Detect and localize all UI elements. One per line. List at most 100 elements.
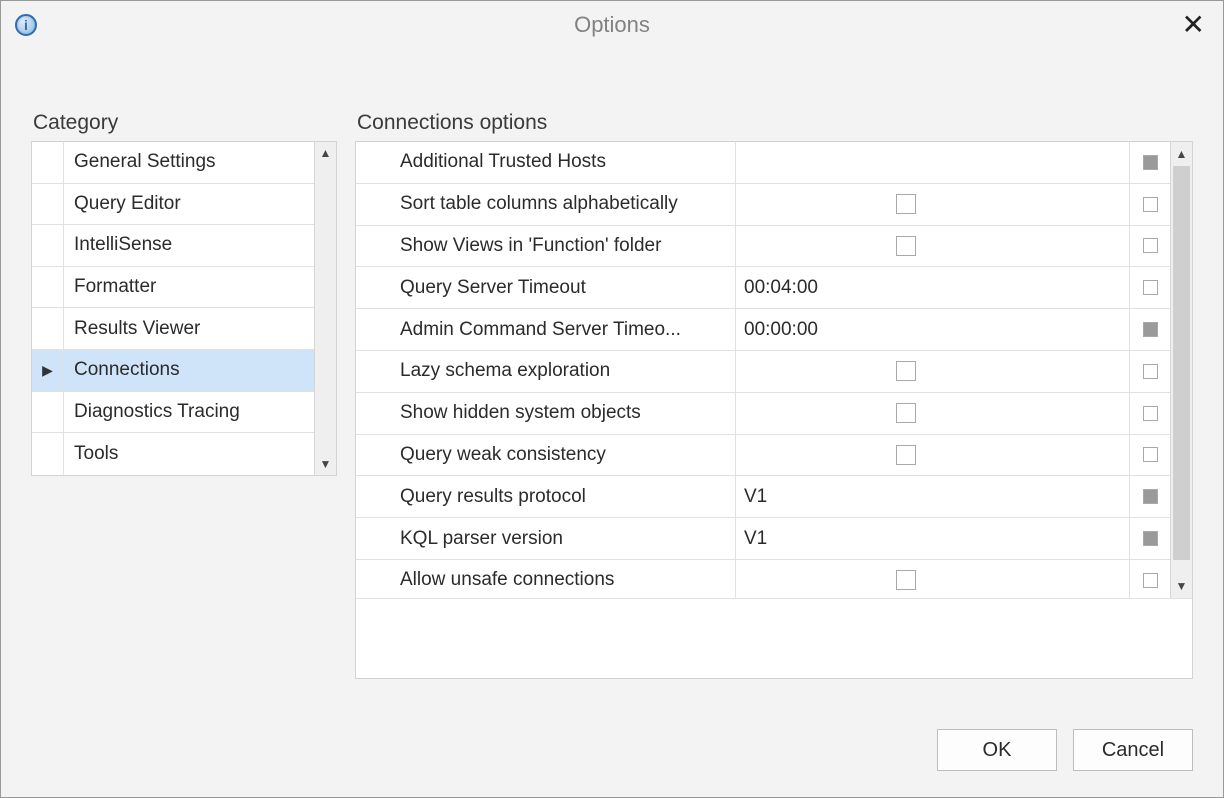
dialog-buttons: OK Cancel <box>937 729 1193 771</box>
option-meta <box>1130 142 1170 183</box>
option-label: Show hidden system objects <box>356 393 736 434</box>
option-label: Query results protocol <box>356 476 736 517</box>
category-item-label: IntelliSense <box>64 225 314 266</box>
options-footer <box>356 598 1192 678</box>
meta-box-icon <box>1143 322 1158 337</box>
option-meta <box>1130 309 1170 350</box>
meta-box-icon <box>1143 531 1158 546</box>
option-row[interactable]: Show Views in 'Function' folder <box>356 226 1170 268</box>
category-item[interactable]: Formatter <box>32 267 314 309</box>
scroll-thumb[interactable] <box>1173 166 1190 560</box>
close-icon[interactable]: ✕ <box>1182 11 1205 39</box>
meta-box-icon <box>1143 280 1158 295</box>
scroll-down-icon[interactable]: ▼ <box>1171 574 1192 598</box>
option-row[interactable]: Query Server Timeout00:04:00 <box>356 267 1170 309</box>
option-value-text: 00:04:00 <box>744 277 818 299</box>
scroll-up-icon[interactable]: ▲ <box>320 142 332 164</box>
category-item[interactable]: IntelliSense <box>32 225 314 267</box>
category-item-label: Tools <box>64 433 314 475</box>
checkbox[interactable] <box>896 445 916 465</box>
option-row[interactable]: Allow unsafe connections <box>356 560 1170 598</box>
option-row[interactable]: Show hidden system objects <box>356 393 1170 435</box>
category-item[interactable]: Diagnostics Tracing <box>32 392 314 434</box>
checkbox[interactable] <box>896 403 916 423</box>
meta-box-icon <box>1143 447 1158 462</box>
option-value-text: 00:00:00 <box>744 319 818 341</box>
title-bar: i Options ✕ <box>1 1 1223 49</box>
category-gutter <box>32 308 64 349</box>
category-label: Category <box>31 111 337 135</box>
option-label: Allow unsafe connections <box>356 560 736 598</box>
checkbox[interactable] <box>896 361 916 381</box>
category-item-label: Diagnostics Tracing <box>64 392 314 433</box>
option-value[interactable] <box>736 184 1130 225</box>
option-label: Sort table columns alphabetically <box>356 184 736 225</box>
checkbox[interactable] <box>896 236 916 256</box>
category-gutter <box>32 392 64 433</box>
option-row[interactable]: Sort table columns alphabetically <box>356 184 1170 226</box>
option-value[interactable]: V1 <box>736 518 1130 559</box>
option-row[interactable]: Admin Command Server Timeo...00:00:00 <box>356 309 1170 351</box>
option-row[interactable]: Query results protocol V1 <box>356 476 1170 518</box>
option-meta <box>1130 435 1170 476</box>
meta-box-icon <box>1143 489 1158 504</box>
option-value[interactable] <box>736 435 1130 476</box>
cancel-button[interactable]: Cancel <box>1073 729 1193 771</box>
meta-box-icon <box>1143 364 1158 379</box>
dialog-title: Options <box>574 12 650 38</box>
option-meta <box>1130 267 1170 308</box>
option-row[interactable]: KQL parser versionV1 <box>356 518 1170 560</box>
option-value-text: V1 <box>744 486 767 508</box>
option-meta <box>1130 560 1170 598</box>
option-value[interactable] <box>736 351 1130 392</box>
category-item[interactable]: General Settings <box>32 142 314 184</box>
category-item[interactable]: ▶Connections <box>32 350 314 392</box>
options-scrollbar[interactable]: ▲ ▼ <box>1170 142 1192 598</box>
option-row[interactable]: Lazy schema exploration <box>356 351 1170 393</box>
category-item[interactable]: Tools <box>32 433 314 475</box>
option-value[interactable] <box>736 560 1130 598</box>
option-value[interactable]: 00:04:00 <box>736 267 1130 308</box>
option-label: KQL parser version <box>356 518 736 559</box>
checkbox[interactable] <box>896 570 916 590</box>
option-meta <box>1130 518 1170 559</box>
category-gutter <box>32 225 64 266</box>
category-list-box: General SettingsQuery EditorIntelliSense… <box>31 141 337 476</box>
checkbox[interactable] <box>896 194 916 214</box>
options-label: Connections options <box>355 111 1193 135</box>
scroll-up-icon[interactable]: ▲ <box>1171 142 1192 166</box>
option-row[interactable]: Additional Trusted Hosts <box>356 142 1170 184</box>
options-column: Connections options Additional Trusted H… <box>355 111 1193 707</box>
category-item[interactable]: Query Editor <box>32 184 314 226</box>
option-value[interactable]: 00:00:00 <box>736 309 1130 350</box>
option-meta <box>1130 393 1170 434</box>
category-gutter <box>32 267 64 308</box>
category-item[interactable]: Results Viewer <box>32 308 314 350</box>
meta-box-icon <box>1143 573 1158 588</box>
option-value[interactable] <box>736 142 1130 183</box>
category-gutter <box>32 433 64 475</box>
option-row[interactable]: Query weak consistency <box>356 435 1170 477</box>
meta-box-icon <box>1143 406 1158 421</box>
category-item-label: Query Editor <box>64 184 314 225</box>
option-value[interactable] <box>736 226 1130 267</box>
category-item-label: General Settings <box>64 142 314 183</box>
option-meta <box>1130 476 1170 517</box>
scroll-down-icon[interactable]: ▼ <box>320 453 332 475</box>
option-value[interactable]: V1 <box>736 476 1130 517</box>
category-gutter: ▶ <box>32 350 64 391</box>
option-label: Additional Trusted Hosts <box>356 142 736 183</box>
category-item-label: Formatter <box>64 267 314 308</box>
option-value[interactable] <box>736 393 1130 434</box>
option-label: Lazy schema exploration <box>356 351 736 392</box>
option-meta <box>1130 184 1170 225</box>
ok-button[interactable]: OK <box>937 729 1057 771</box>
category-gutter <box>32 184 64 225</box>
options-list: Additional Trusted HostsSort table colum… <box>356 142 1170 598</box>
category-scrollbar[interactable]: ▲ ▼ <box>314 142 336 475</box>
info-icon: i <box>15 14 37 36</box>
option-label: Query weak consistency <box>356 435 736 476</box>
meta-box-icon <box>1143 197 1158 212</box>
options-box: Additional Trusted HostsSort table colum… <box>355 141 1193 679</box>
dialog-content: Category General SettingsQuery EditorInt… <box>31 111 1193 707</box>
